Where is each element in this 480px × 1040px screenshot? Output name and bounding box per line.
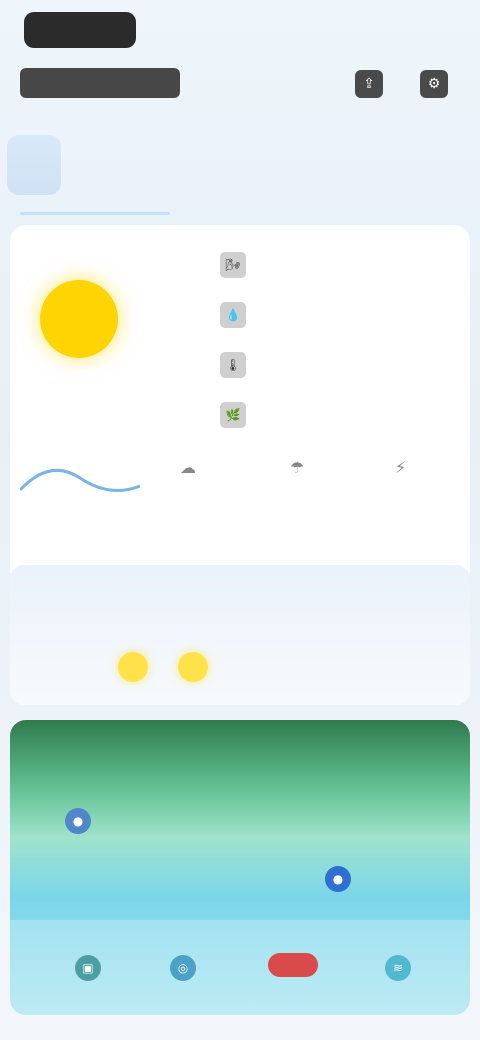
sun-icon [178,652,208,682]
day-tab[interactable] [144,135,198,195]
share-icon[interactable]: ⇪ [355,70,383,98]
day-tab[interactable] [7,135,62,195]
map-marker-icon[interactable]: ● [65,808,91,834]
layer-icon[interactable]: ▣ [75,955,101,981]
detail-row: 🌿 [220,390,460,440]
app-brand-pill[interactable] [24,12,136,48]
day-indicator-line [20,212,170,215]
map-marker-icon[interactable]: ● [325,866,351,892]
weather-details-list: 🌬 💧 🌡 🌿 [220,240,460,440]
sun-icon [40,280,118,358]
sun-path-wave [20,468,140,492]
day-tab[interactable] [76,135,130,195]
day-tab[interactable] [282,135,336,195]
thermometer-icon: 🌡 [220,352,246,378]
thunder-icon: ⚡ [395,458,407,477]
wind-icon: 🌬 [220,252,246,278]
location-label[interactable] [20,68,180,98]
sun-icon [118,652,148,682]
detail-row: 🌬 [220,240,460,290]
settings-icon[interactable]: ⚙ [420,70,448,98]
cloud-icon: ☁ [180,458,196,477]
hourly-forecast[interactable] [10,565,470,705]
humidity-icon: 💧 [220,302,246,328]
alert-chip[interactable] [268,953,318,977]
temperature-range [48,398,88,412]
detail-row: 💧 [220,290,460,340]
detail-row: 🌡 [220,340,460,390]
wind-map-icon[interactable]: ≋ [385,955,411,981]
day-tab[interactable] [213,135,267,195]
weekday-selector [0,130,480,200]
radar-icon[interactable]: ◎ [170,955,196,981]
air-quality-icon: 🌿 [220,402,246,428]
rain-icon: ☂ [290,458,305,477]
day-tab[interactable] [350,135,404,195]
day-tab[interactable] [419,135,473,195]
header: ⇪ ⚙ [0,0,480,120]
